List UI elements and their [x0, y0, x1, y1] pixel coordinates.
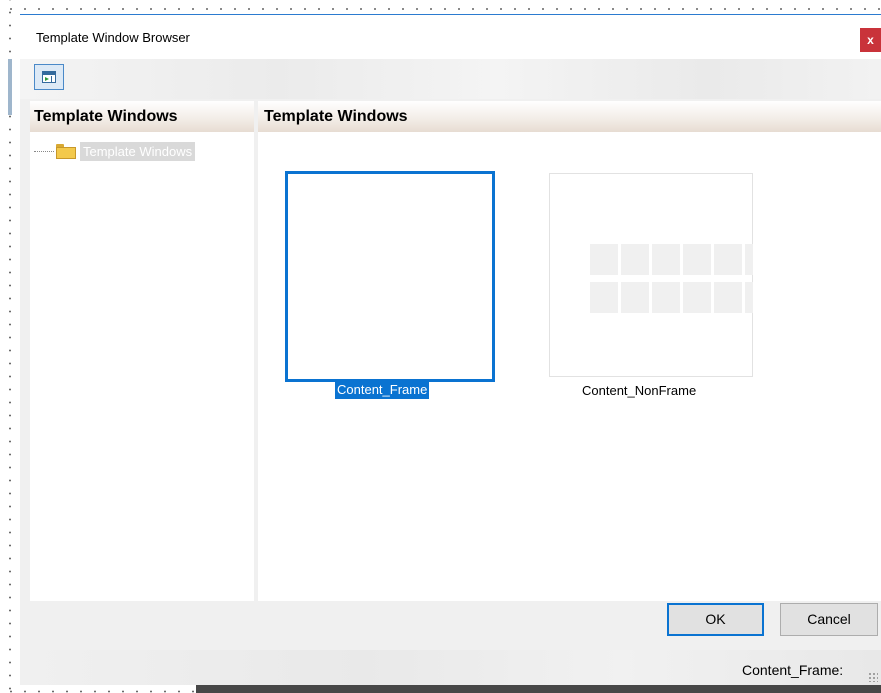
resize-grip-icon[interactable] — [868, 672, 878, 682]
tree-panel-header: Template Windows — [30, 101, 254, 132]
folder-icon — [56, 144, 76, 159]
template-window-browser-dialog: Template Window Browser x Template Windo… — [8, 14, 881, 685]
template-label: Content_Frame — [335, 381, 430, 399]
background-strip — [196, 684, 881, 693]
template-label: Content_NonFrame — [582, 383, 697, 398]
tree-connector — [34, 151, 54, 152]
close-button[interactable]: x — [860, 28, 881, 52]
status-bar: Content_Frame: — [20, 650, 881, 685]
list-panel-header: Template Windows — [258, 101, 881, 132]
close-icon: x — [867, 33, 874, 47]
grid-preview-icon — [590, 244, 753, 314]
template-list-panel: Template Windows Content_Frame Content_N… — [258, 101, 881, 601]
ok-button[interactable]: OK — [667, 603, 764, 636]
view-toggle-button[interactable] — [34, 64, 64, 90]
toolbar — [20, 59, 881, 99]
status-text: Content_Frame: — [742, 662, 844, 678]
cancel-button[interactable]: Cancel — [780, 603, 878, 636]
side-accent — [8, 59, 12, 115]
template-tree-panel: Template Windows Template Windows — [30, 101, 254, 601]
title-bar: Template Window Browser x — [20, 15, 881, 59]
window-view-icon — [42, 71, 56, 83]
tree-item-label: Template Windows — [80, 142, 196, 161]
dialog-title: Template Window Browser — [36, 30, 190, 45]
template-thumbnail[interactable] — [285, 171, 495, 382]
